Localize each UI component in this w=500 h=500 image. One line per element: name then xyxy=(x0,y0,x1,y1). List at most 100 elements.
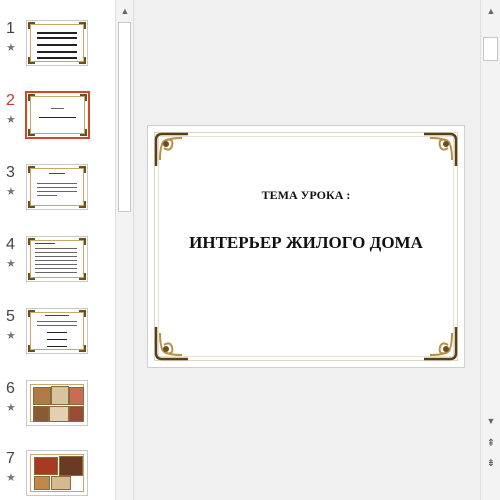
thumbnail-row-6[interactable]: 6 ★ xyxy=(0,380,115,444)
scrollbar-thumb[interactable] xyxy=(118,22,131,212)
animation-star-icon: ★ xyxy=(6,472,16,484)
text-line xyxy=(37,187,77,188)
ornament-icon xyxy=(79,310,86,317)
ornament-icon xyxy=(80,94,87,101)
ornament-icon xyxy=(79,345,86,352)
text-line xyxy=(35,260,77,261)
ornament-icon xyxy=(79,57,86,64)
interior-photo xyxy=(51,386,69,405)
text-line xyxy=(37,195,57,196)
ornament-icon xyxy=(28,94,35,101)
text-line xyxy=(35,243,55,244)
slide-number: 3 xyxy=(6,164,15,181)
corner-ornament-icon xyxy=(424,132,458,166)
thumbnail-row-5[interactable]: 5 ★ xyxy=(0,308,115,372)
ornament-icon xyxy=(79,273,86,280)
slide-number: 5 xyxy=(6,308,15,325)
corner-ornament-icon xyxy=(154,132,188,166)
ornament-icon xyxy=(28,129,35,136)
interior-photo xyxy=(33,406,49,422)
animation-star-icon: ★ xyxy=(6,330,16,342)
text-line xyxy=(37,183,77,184)
ornament-icon xyxy=(28,273,35,280)
thumbnail-row-3[interactable]: 3 ★ xyxy=(0,164,115,228)
slide-number: 6 xyxy=(6,380,15,397)
animation-star-icon: ★ xyxy=(6,402,16,414)
slide-number: 1 xyxy=(6,20,15,37)
thumbnail-frame xyxy=(30,96,85,134)
current-slide[interactable]: ТЕМА УРОКА : ИНТЕРЬЕР ЖИЛОГО ДОМА xyxy=(147,125,465,368)
text-line xyxy=(37,321,77,322)
text-line xyxy=(47,346,67,347)
slide-thumbnail-5[interactable] xyxy=(26,308,88,354)
text-line xyxy=(35,268,77,269)
slide-thumbnail-1[interactable] xyxy=(26,20,88,66)
ornament-icon xyxy=(28,310,35,317)
thumbnail-row-2[interactable]: 2 ★ xyxy=(0,91,115,156)
animation-star-icon: ★ xyxy=(6,186,16,198)
corner-ornament-icon xyxy=(154,327,188,361)
ornament-icon xyxy=(79,201,86,208)
text-line xyxy=(39,117,76,118)
slide-thumbnail-7[interactable] xyxy=(26,450,88,496)
interior-photo xyxy=(69,406,84,422)
interior-photo xyxy=(49,406,69,422)
corner-ornament-icon xyxy=(424,327,458,361)
slide-thumbnail-4[interactable] xyxy=(26,236,88,282)
text-line xyxy=(35,256,77,257)
slide-editing-canvas: ТЕМА УРОКА : ИНТЕРЬЕР ЖИЛОГО ДОМА xyxy=(134,0,480,500)
thumbnail-scrollbar[interactable]: ▲ xyxy=(115,0,134,500)
text-line xyxy=(49,173,65,174)
interior-photo xyxy=(51,476,71,490)
text-line xyxy=(47,332,67,333)
ornament-icon xyxy=(28,201,35,208)
previous-slide-icon[interactable]: ⇞ xyxy=(483,436,499,452)
ornament-icon xyxy=(28,22,35,29)
thumbnail-frame xyxy=(30,312,84,350)
slide-scrollbar[interactable]: ▲ ▼ ⇞ ⇟ xyxy=(480,0,500,500)
thumbnail-row-7[interactable]: 7 ★ xyxy=(0,450,115,500)
slide-thumbnail-6[interactable] xyxy=(26,380,88,426)
animation-star-icon: ★ xyxy=(6,258,16,270)
scroll-up-icon[interactable]: ▲ xyxy=(117,3,133,19)
slide-thumbnail-3[interactable] xyxy=(26,164,88,210)
ornament-icon xyxy=(28,345,35,352)
text-line xyxy=(45,315,69,316)
ornament-icon xyxy=(79,238,86,245)
animation-star-icon: ★ xyxy=(6,42,16,54)
scroll-up-icon[interactable]: ▲ xyxy=(483,3,499,19)
text-line xyxy=(35,248,77,249)
slide-number: 4 xyxy=(6,236,15,253)
slide-subtitle[interactable]: ТЕМА УРОКА : xyxy=(148,188,464,203)
scroll-down-icon[interactable]: ▼ xyxy=(483,413,499,429)
text-line xyxy=(37,325,77,326)
next-slide-icon[interactable]: ⇟ xyxy=(483,456,499,472)
ornament-icon xyxy=(28,166,35,173)
ornament-icon xyxy=(79,22,86,29)
text-line xyxy=(35,272,77,273)
animation-star-icon: ★ xyxy=(6,114,16,126)
interior-photo xyxy=(33,387,51,405)
slide-thumbnail-2[interactable] xyxy=(25,91,90,139)
thumbnail-row-4[interactable]: 4 ★ xyxy=(0,236,115,300)
interior-photo xyxy=(59,456,83,476)
text-line xyxy=(37,32,77,34)
ornament-icon xyxy=(28,57,35,64)
text-line xyxy=(37,44,77,46)
text-line xyxy=(37,57,77,59)
slide-number: 7 xyxy=(6,450,15,467)
text-line xyxy=(35,252,77,253)
text-line xyxy=(37,51,77,53)
interior-photo xyxy=(34,457,58,475)
slide-thumbnail-pane: 1 ★ 2 ★ 3 ★ 4 ★ 5 ★ 6 ★ 7 ★ xyxy=(0,0,115,500)
ornament-icon xyxy=(28,238,35,245)
scrollbar-thumb[interactable] xyxy=(483,37,498,61)
slide-title[interactable]: ИНТЕРЬЕР ЖИЛОГО ДОМА xyxy=(148,233,464,253)
text-line xyxy=(37,37,77,39)
ornament-icon xyxy=(80,129,87,136)
interior-photo xyxy=(34,476,50,490)
text-line xyxy=(35,264,77,265)
thumbnail-row-1[interactable]: 1 ★ xyxy=(0,20,115,84)
interior-photo xyxy=(69,387,84,405)
text-line xyxy=(47,339,67,340)
